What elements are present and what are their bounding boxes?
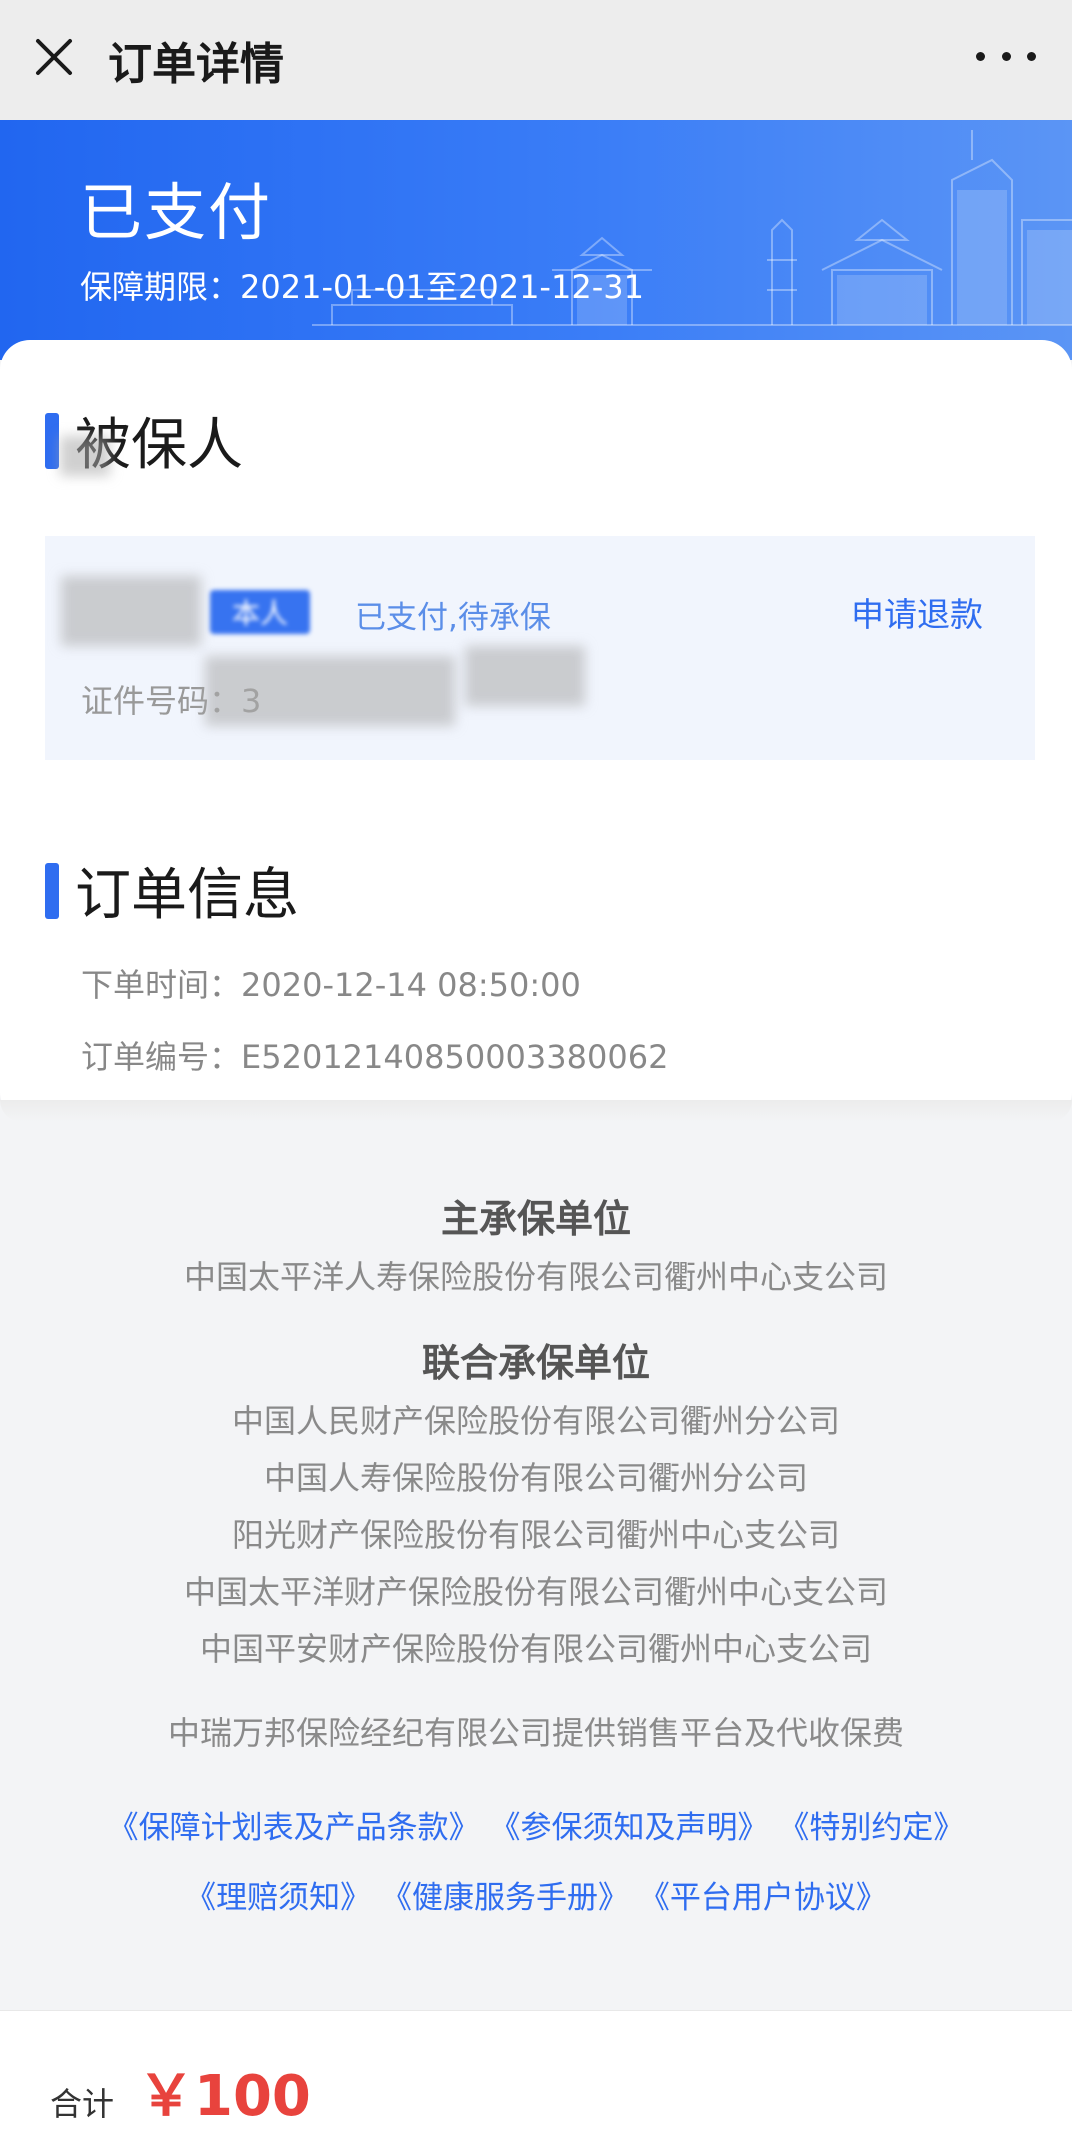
close-icon[interactable] — [30, 33, 78, 81]
coverage-period: 保障期限：2021-01-01至2021-12-31 — [80, 262, 644, 308]
more-dots-icon[interactable] — [976, 40, 1036, 72]
main-underwriter-title: 主承保单位 — [440, 1197, 631, 1241]
section-accent-bar — [45, 862, 59, 919]
joint-underwriter-company: 中国平安财产保险股份有限公司衢州中心支公司 — [199, 1630, 872, 1668]
bottom-total-bar: 合计 ￥100 — [0, 2010, 1072, 2153]
section-accent-bar — [45, 412, 59, 469]
relation-tag: 本人 — [210, 590, 310, 634]
main-underwriter-company: 中国太平洋人寿保险股份有限公司衢州中心支公司 — [183, 1258, 888, 1296]
user-agreement-link[interactable]: 《平台用户协议》 — [639, 1880, 887, 1916]
joint-underwriter-title: 联合承保单位 — [421, 1341, 650, 1385]
city-skyline-illustration — [312, 130, 1072, 326]
document-links-row-2: 《理赔须知》 《健康服务手册》 《平台用户协议》 — [0, 1872, 1072, 1917]
total-amount: ￥100 — [138, 2064, 311, 2129]
payment-status-title: 已支付 — [80, 176, 273, 249]
apply-refund-link[interactable]: 申请退款 — [851, 588, 983, 636]
order-time-label: 下单时间： — [81, 966, 242, 1004]
special-agreement-link[interactable]: 《特别约定》 — [778, 1810, 964, 1846]
order-number-value: E52012140850003380062 — [241, 1038, 669, 1076]
masked-name — [61, 576, 201, 646]
coverage-period-value: 2021-01-01至2021-12-31 — [240, 268, 644, 306]
masked-id-number — [465, 646, 585, 706]
claims-notice-link[interactable]: 《理赔须知》 — [185, 1880, 371, 1916]
status-banner: 已支付 保障期限：2021-01-01至2021-12-31 — [0, 120, 1072, 360]
order-number-row: 订单编号：E52012140850003380062 — [81, 1032, 668, 1078]
insured-pay-status: 已支付,待承保 — [355, 600, 551, 636]
masked-id-number — [205, 656, 455, 726]
order-time-row: 下单时间：2020-12-14 08:50:00 — [81, 960, 581, 1006]
order-info-section-header: 订单信息 — [45, 850, 299, 931]
order-time-value: 2020-12-14 08:50:00 — [241, 966, 581, 1004]
joint-underwriter-company: 中国人寿保险股份有限公司衢州分公司 — [263, 1459, 808, 1497]
health-service-manual-link[interactable]: 《健康服务手册》 — [381, 1880, 629, 1916]
order-number-label: 订单编号： — [81, 1038, 242, 1076]
top-nav-bar: 订单详情 — [0, 0, 1072, 120]
joint-underwriter-company: 中国太平洋财产保险股份有限公司衢州中心支公司 — [183, 1573, 888, 1611]
platform-note: 中瑞万邦保险经纪有限公司提供销售平台及代收保费 — [167, 1714, 904, 1752]
document-links-row-1: 《保障计划表及产品条款》 《参保须知及声明》 《特别约定》 — [0, 1802, 1072, 1847]
insured-person-item: 本人 已支付,待承保 申请退款 证件号码：3 — [45, 536, 1035, 760]
joint-underwriter-company: 阳光财产保险股份有限公司衢州中心支公司 — [231, 1516, 840, 1554]
card-shadow — [0, 1100, 1072, 1122]
enrollment-notice-link[interactable]: 《参保须知及声明》 — [490, 1810, 769, 1846]
page-title: 订单详情 — [108, 39, 284, 90]
joint-underwriter-company: 中国人民财产保险股份有限公司衢州分公司 — [231, 1402, 840, 1440]
coverage-period-label: 保障期限： — [80, 268, 241, 306]
total-label: 合计 — [50, 2085, 115, 2123]
masked-region — [60, 436, 110, 476]
plan-terms-link[interactable]: 《保障计划表及产品条款》 — [108, 1810, 480, 1846]
order-detail-card: 被保人 本人 已支付,待承保 申请退款 证件号码：3 订单信息 下单时间：202… — [0, 340, 1072, 1120]
order-info-section-title: 订单信息 — [75, 863, 299, 928]
